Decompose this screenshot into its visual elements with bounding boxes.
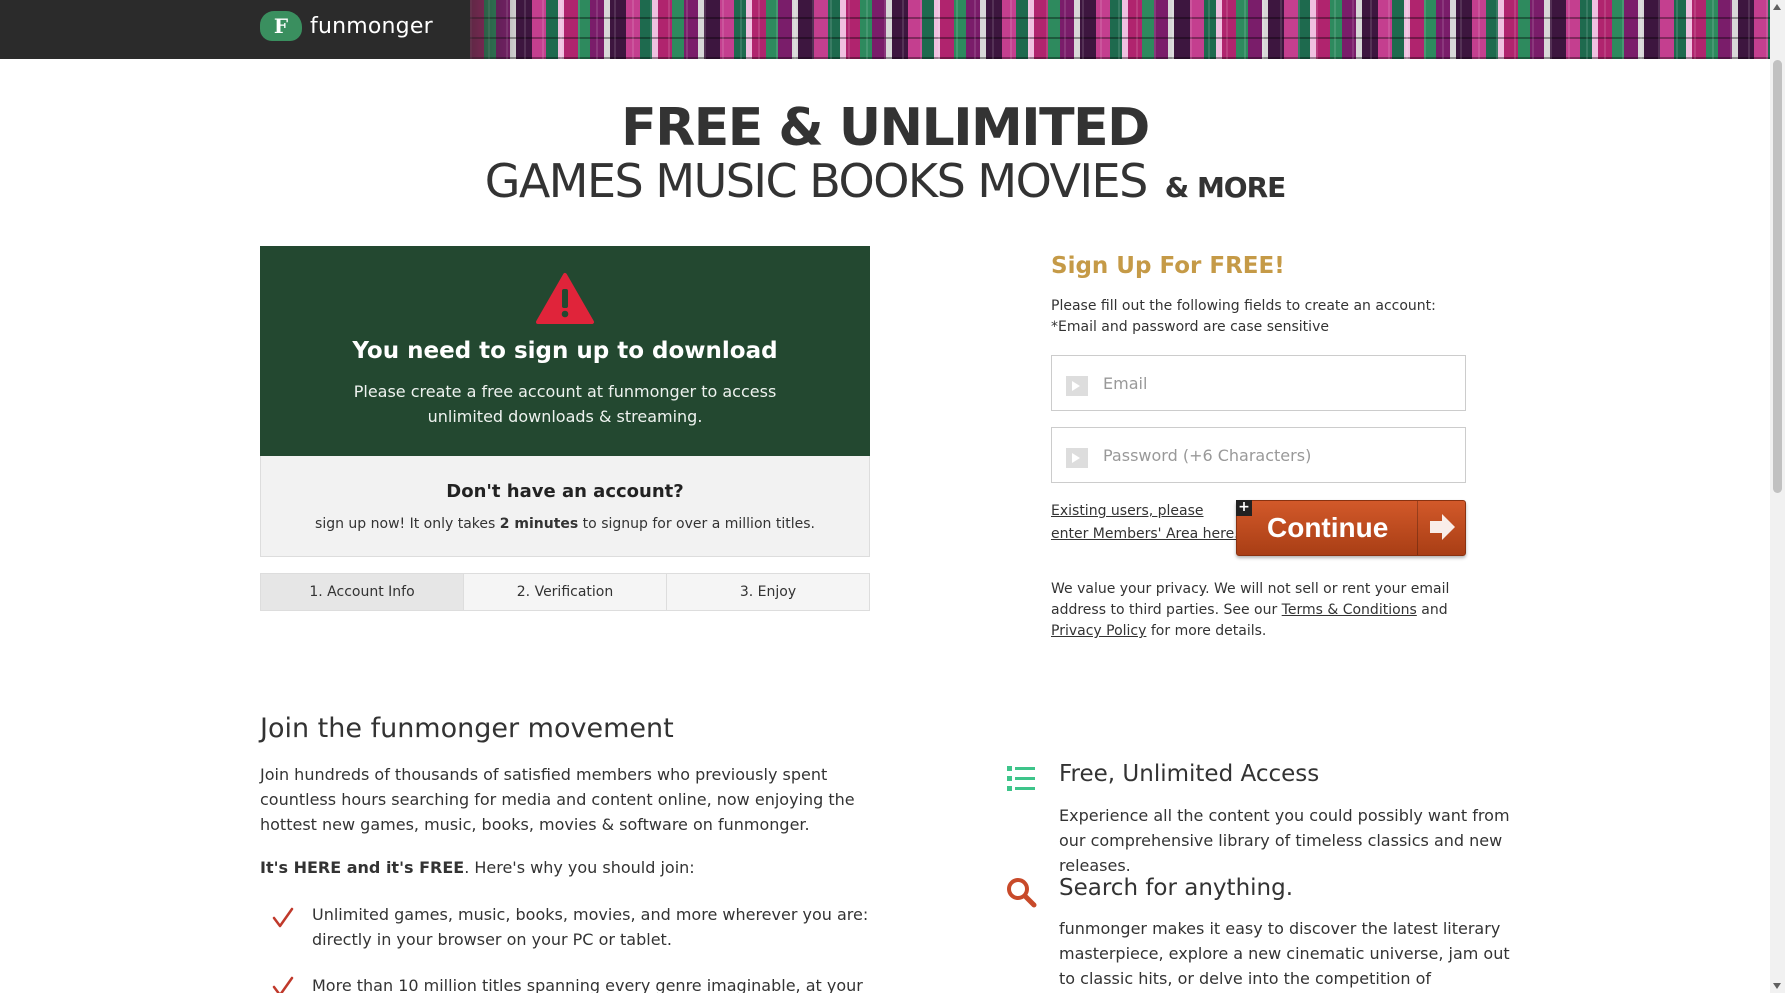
- feature-title-access: Free, Unlimited Access: [1059, 761, 1320, 787]
- signup-title: Sign Up For FREE!: [1051, 253, 1285, 279]
- email-field[interactable]: [1051, 355, 1466, 411]
- arrow-right-icon: [1066, 448, 1088, 468]
- no-account-box: Don't have an account? sign up now! It o…: [260, 456, 870, 557]
- members-area-link[interactable]: Existing users, please enter Members' Ar…: [1051, 500, 1241, 546]
- join-lead: It's HERE and it's FREE. Here's why you …: [260, 858, 695, 877]
- logo-icon: F: [260, 11, 302, 41]
- password-input[interactable]: [1103, 428, 1453, 482]
- notice-text: Please create a free account at funmonge…: [353, 382, 777, 426]
- scroll-down-arrow-icon[interactable]: [1773, 983, 1781, 989]
- plus-icon: +: [1236, 500, 1252, 516]
- privacy-policy-link[interactable]: Privacy Policy: [1051, 623, 1146, 639]
- scrollbar-thumb[interactable]: [1773, 60, 1782, 493]
- checkmark-icon: [272, 907, 294, 928]
- arrow-right-icon: [1417, 501, 1465, 555]
- no-account-title: Don't have an account?: [446, 481, 684, 502]
- continue-button[interactable]: Continue: [1236, 500, 1466, 556]
- signup-steps: 1. Account Info 2. Verification 3. Enjoy: [260, 573, 870, 611]
- step-enjoy: 3. Enjoy: [667, 574, 869, 610]
- hero-categories: GAMES MUSIC BOOKS MOVIES: [484, 154, 1149, 208]
- step-account-info: 1. Account Info: [261, 574, 464, 610]
- site-header: F funmonger: [0, 0, 1770, 59]
- hero-more: & MORE: [1164, 171, 1287, 204]
- email-input[interactable]: [1103, 356, 1453, 410]
- list-icon: [1007, 766, 1035, 791]
- page-scrollbar[interactable]: [1770, 0, 1785, 993]
- warning-icon: [536, 273, 594, 324]
- feature-text-search: funmonger makes it easy to discover the …: [1059, 919, 1510, 988]
- hero-headline: FREE & UNLIMITED: [621, 98, 1150, 158]
- scroll-up-arrow-icon[interactable]: [1773, 4, 1781, 10]
- logo-text: funmonger: [310, 13, 433, 39]
- feature-text-access: Experience all the content you could pos…: [1059, 806, 1510, 875]
- benefit-item: Unlimited games, music, books, movies, a…: [312, 905, 869, 949]
- password-field[interactable]: [1051, 427, 1466, 483]
- join-text: Join hundreds of thousands of satisfied …: [260, 765, 855, 834]
- join-title: Join the funmonger movement: [260, 713, 674, 744]
- notice-title: You need to sign up to download: [352, 338, 778, 364]
- site-logo[interactable]: F funmonger: [260, 11, 433, 41]
- arrow-right-icon: [1066, 376, 1088, 396]
- feature-title-search: Search for anything.: [1059, 875, 1294, 901]
- signup-duration: 2 minutes: [499, 516, 579, 532]
- benefit-item: More than 10 million titles spanning eve…: [312, 976, 863, 993]
- terms-link[interactable]: Terms & Conditions: [1282, 602, 1417, 618]
- signup-required-notice: You need to sign up to download Please c…: [260, 246, 870, 456]
- no-account-text: sign up now! It only takes 2 minutes to …: [315, 516, 815, 532]
- continue-label: Continue: [1267, 512, 1389, 543]
- checkmark-icon: [272, 976, 294, 993]
- step-verification: 2. Verification: [464, 574, 667, 610]
- signup-description: Please fill out the following fields to …: [1051, 298, 1436, 335]
- search-icon: [1007, 878, 1037, 908]
- privacy-notice: We value your privacy. We will not sell …: [1051, 581, 1450, 639]
- hero-subheadline: GAMES MUSIC BOOKS MOVIES & MORE: [0, 154, 1770, 208]
- header-collage-image: [470, 0, 1770, 59]
